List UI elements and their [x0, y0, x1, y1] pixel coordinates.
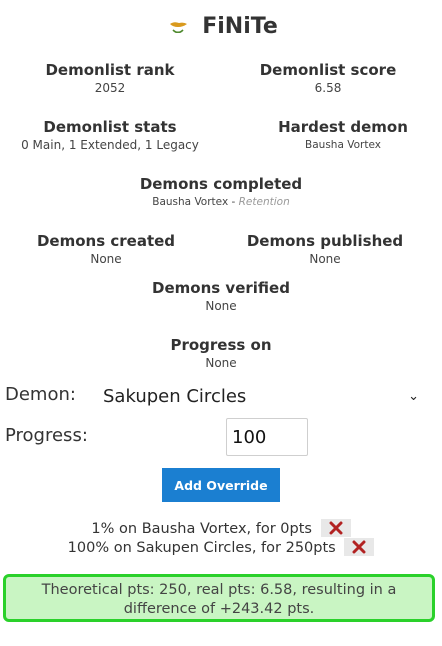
stat-label: Demons verified [152, 279, 290, 297]
stat-value: Bausha Vortex [305, 139, 381, 151]
stat-value: None [90, 252, 122, 266]
completed-extra-link[interactable]: Retention [239, 196, 290, 208]
chevron-down-icon: ⌄ [408, 388, 419, 404]
completed-separator: - [228, 196, 239, 208]
demons-created: Demons created None [6, 231, 206, 267]
stat-label: Hardest demon [278, 118, 408, 136]
stat-label: Demons published [246, 232, 404, 250]
close-icon [329, 521, 343, 535]
progress-on: Progress on None [0, 335, 442, 371]
override-item: 100% on Sakupen Circles, for 250pts [0, 538, 442, 558]
demonlist-stats: Demonlist stats 0 Main, 1 Extended, 1 Le… [10, 117, 210, 153]
progress-input[interactable] [226, 418, 308, 456]
demonlist-score: Demonlist score 6.58 [228, 60, 428, 96]
demons-published: Demons published None [225, 231, 425, 267]
override-item: 1% on Bausha Vortex, for 0pts [0, 519, 442, 539]
demons-completed: Demons completed Bausha Vortex - Retenti… [0, 174, 442, 210]
completed-demon-link[interactable]: Bausha Vortex [152, 196, 228, 208]
player-name: FiNiTe [202, 14, 278, 39]
stat-label: Progress on [170, 336, 272, 354]
add-override-button[interactable]: Add Override [162, 468, 280, 502]
stat-label: Demonlist rank [45, 61, 175, 79]
stat-value: 6.58 [314, 81, 342, 95]
demon-select[interactable]: Sakupen Circles ⌄ [103, 383, 421, 409]
stat-value: 2052 [94, 81, 126, 95]
override-text: 100% on Sakupen Circles, for 250pts [67, 540, 336, 556]
player-header: FiNiTe [0, 14, 442, 39]
delete-override-button[interactable] [344, 538, 375, 556]
stat-label: Demons created [36, 232, 176, 250]
result-box: Theoretical pts: 250, real pts: 6.58, re… [3, 574, 435, 622]
close-icon [352, 540, 366, 554]
stat-value: None [205, 356, 237, 370]
result-line-2: difference of +243.42 pts. [123, 601, 315, 617]
demon-label: Demon: [5, 384, 76, 405]
hardest-demon: Hardest demon Bausha Vortex [243, 117, 442, 153]
override-text: 1% on Bausha Vortex, for 0pts [91, 521, 312, 537]
cyprus-flag-icon [164, 16, 193, 37]
stat-label: Demonlist score [259, 61, 397, 79]
stat-value: None [309, 252, 341, 266]
result-line-1: Theoretical pts: 250, real pts: 6.58, re… [41, 582, 397, 598]
stat-value: 0 Main, 1 Extended, 1 Legacy [21, 138, 199, 152]
progress-label: Progress: [5, 425, 88, 446]
stat-label: Demonlist stats [43, 118, 177, 136]
demons-verified: Demons verified None [0, 278, 442, 314]
demonlist-rank: Demonlist rank 2052 [10, 60, 210, 96]
stat-value: None [205, 299, 237, 313]
demon-select-value: Sakupen Circles [103, 385, 247, 407]
stat-value: Bausha Vortex - Retention [0, 194, 442, 210]
delete-override-button[interactable] [320, 519, 351, 537]
stat-label: Demons completed [139, 175, 303, 193]
